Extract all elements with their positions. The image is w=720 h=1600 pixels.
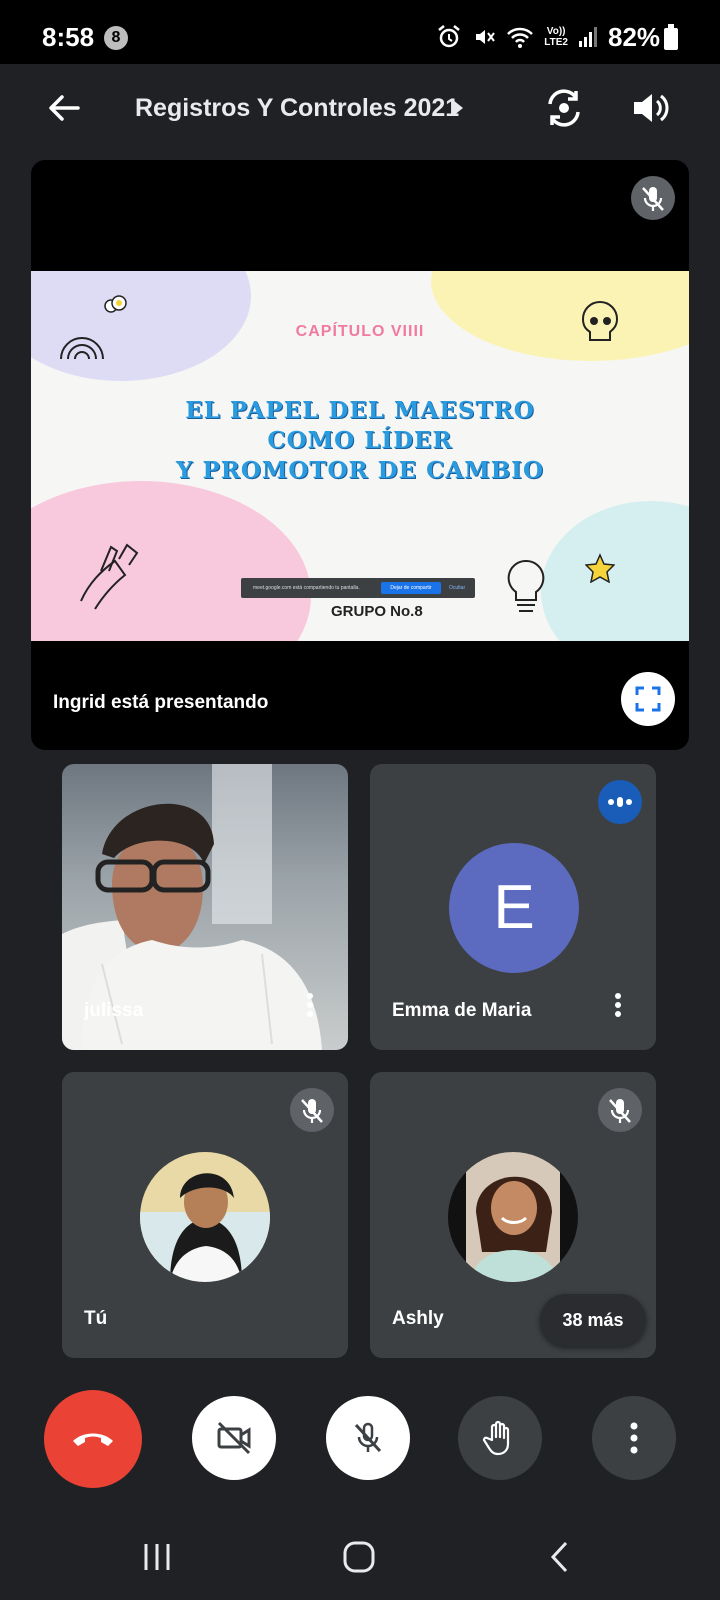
home-button[interactable] — [334, 1532, 384, 1582]
presentation-mute-indicator — [631, 176, 675, 220]
participant-tile-emma[interactable]: E Emma de Maria — [370, 764, 656, 1050]
slide-title-line: COMO LÍDER — [267, 427, 453, 454]
battery-percent: 82% — [608, 22, 661, 52]
participant-name: Emma de Maria — [392, 1000, 532, 1021]
hide-banner-link: Ocultar — [449, 585, 466, 591]
notification-badge: 8 — [104, 26, 128, 50]
camera-off-icon — [217, 1421, 251, 1455]
status-time: 8:58 — [42, 22, 95, 52]
mic-off-icon — [642, 187, 664, 211]
volte-label: Vo)) — [546, 26, 566, 37]
slide-group-label: GRUPO No.8 — [331, 603, 423, 620]
participant-tile-self[interactable]: Tú — [62, 1072, 348, 1358]
participant-name: Tú — [84, 1308, 108, 1329]
meeting-title[interactable]: Registros Y Controles 2021 — [135, 94, 459, 123]
system-back-button[interactable] — [536, 1532, 586, 1582]
stop-sharing-button: Dejar de compartir — [381, 582, 441, 594]
shared-slide: CAPÍTULO VIIII EL PAPEL DEL MAESTRO COMO… — [31, 271, 689, 641]
mute-indicator — [598, 1088, 642, 1132]
raise-hand-icon — [482, 1420, 510, 1456]
wifi-icon — [507, 27, 534, 48]
system-nav-bar — [0, 1512, 720, 1600]
camera-toggle-button[interactable] — [192, 1396, 276, 1480]
microphone-toggle-button[interactable] — [326, 1396, 410, 1480]
more-participants-chip[interactable]: 38 más — [540, 1294, 646, 1346]
presentation-tile[interactable]: CAPÍTULO VIIII EL PAPEL DEL MAESTRO COMO… — [31, 160, 689, 750]
switch-camera-icon — [548, 89, 580, 127]
avatar — [448, 1152, 578, 1282]
chevron-left-icon — [550, 1541, 568, 1573]
slide-title-line: Y PROMOTOR DE CAMBIO — [176, 457, 544, 484]
back-button[interactable] — [44, 88, 84, 128]
recent-apps-icon — [144, 1544, 170, 1570]
status-icons: Vo)) LTE2 — [436, 24, 600, 50]
mic-off-icon — [354, 1422, 382, 1453]
slide-decoration — [541, 501, 689, 641]
slide-chapter: CAPÍTULO VIIII — [295, 323, 425, 340]
back-arrow-icon — [49, 95, 80, 121]
recent-apps-button[interactable] — [132, 1532, 182, 1582]
avatar — [140, 1152, 270, 1282]
switch-camera-button[interactable] — [542, 86, 586, 130]
speaker-button[interactable] — [628, 86, 672, 130]
mic-off-icon — [609, 1099, 631, 1123]
presenter-label: Ingrid está presentando — [53, 692, 269, 713]
more-options-button[interactable] — [592, 1396, 676, 1480]
screen-share-banner: meet.google.com está compartiendo tu pan… — [241, 578, 475, 598]
battery-icon — [664, 24, 678, 50]
participant-menu-button[interactable] — [608, 990, 628, 1022]
end-call-button[interactable] — [44, 1390, 142, 1488]
slide-title-line: EL PAPEL DEL MAESTRO — [185, 397, 535, 424]
more-vertical-icon — [630, 1422, 638, 1454]
fullscreen-button[interactable] — [621, 672, 675, 726]
network-label: Vo)) LTE2 — [544, 26, 568, 48]
status-bar: 8:58 8 Vo)) LTE2 82% — [0, 0, 720, 64]
share-banner-text: meet.google.com está compartiendo tu pan… — [253, 585, 360, 591]
title-chevron-icon[interactable] — [453, 100, 463, 116]
participant-tile-julissa[interactable]: julissa — [62, 764, 348, 1050]
lightbulb-doodle — [507, 559, 545, 612]
star-doodle — [585, 553, 615, 583]
speaker-icon — [634, 94, 669, 122]
raise-hand-button[interactable] — [458, 1396, 542, 1480]
home-icon — [343, 1541, 375, 1573]
lte-label: LTE2 — [544, 37, 568, 48]
hand-pencil-doodle — [80, 543, 139, 610]
speaking-indicator-icon — [598, 780, 642, 824]
participant-name: Ashly — [392, 1308, 444, 1329]
cloud-doodle — [104, 295, 127, 313]
mute-indicator — [290, 1088, 334, 1132]
app-bar: Registros Y Controles 2021 — [0, 64, 720, 154]
avatar-photo — [448, 1152, 578, 1282]
participant-menu-button[interactable] — [300, 990, 320, 1022]
fullscreen-icon — [635, 686, 661, 712]
end-call-icon — [73, 1433, 113, 1446]
vibrate-mute-icon — [476, 30, 496, 44]
alarm-icon — [438, 25, 461, 48]
signal-icon — [579, 27, 597, 47]
avatar: E — [449, 843, 579, 973]
mic-off-icon — [301, 1099, 323, 1123]
participant-name: julissa — [84, 1000, 144, 1021]
avatar-photo — [140, 1152, 270, 1282]
slide-decoration — [431, 271, 689, 361]
